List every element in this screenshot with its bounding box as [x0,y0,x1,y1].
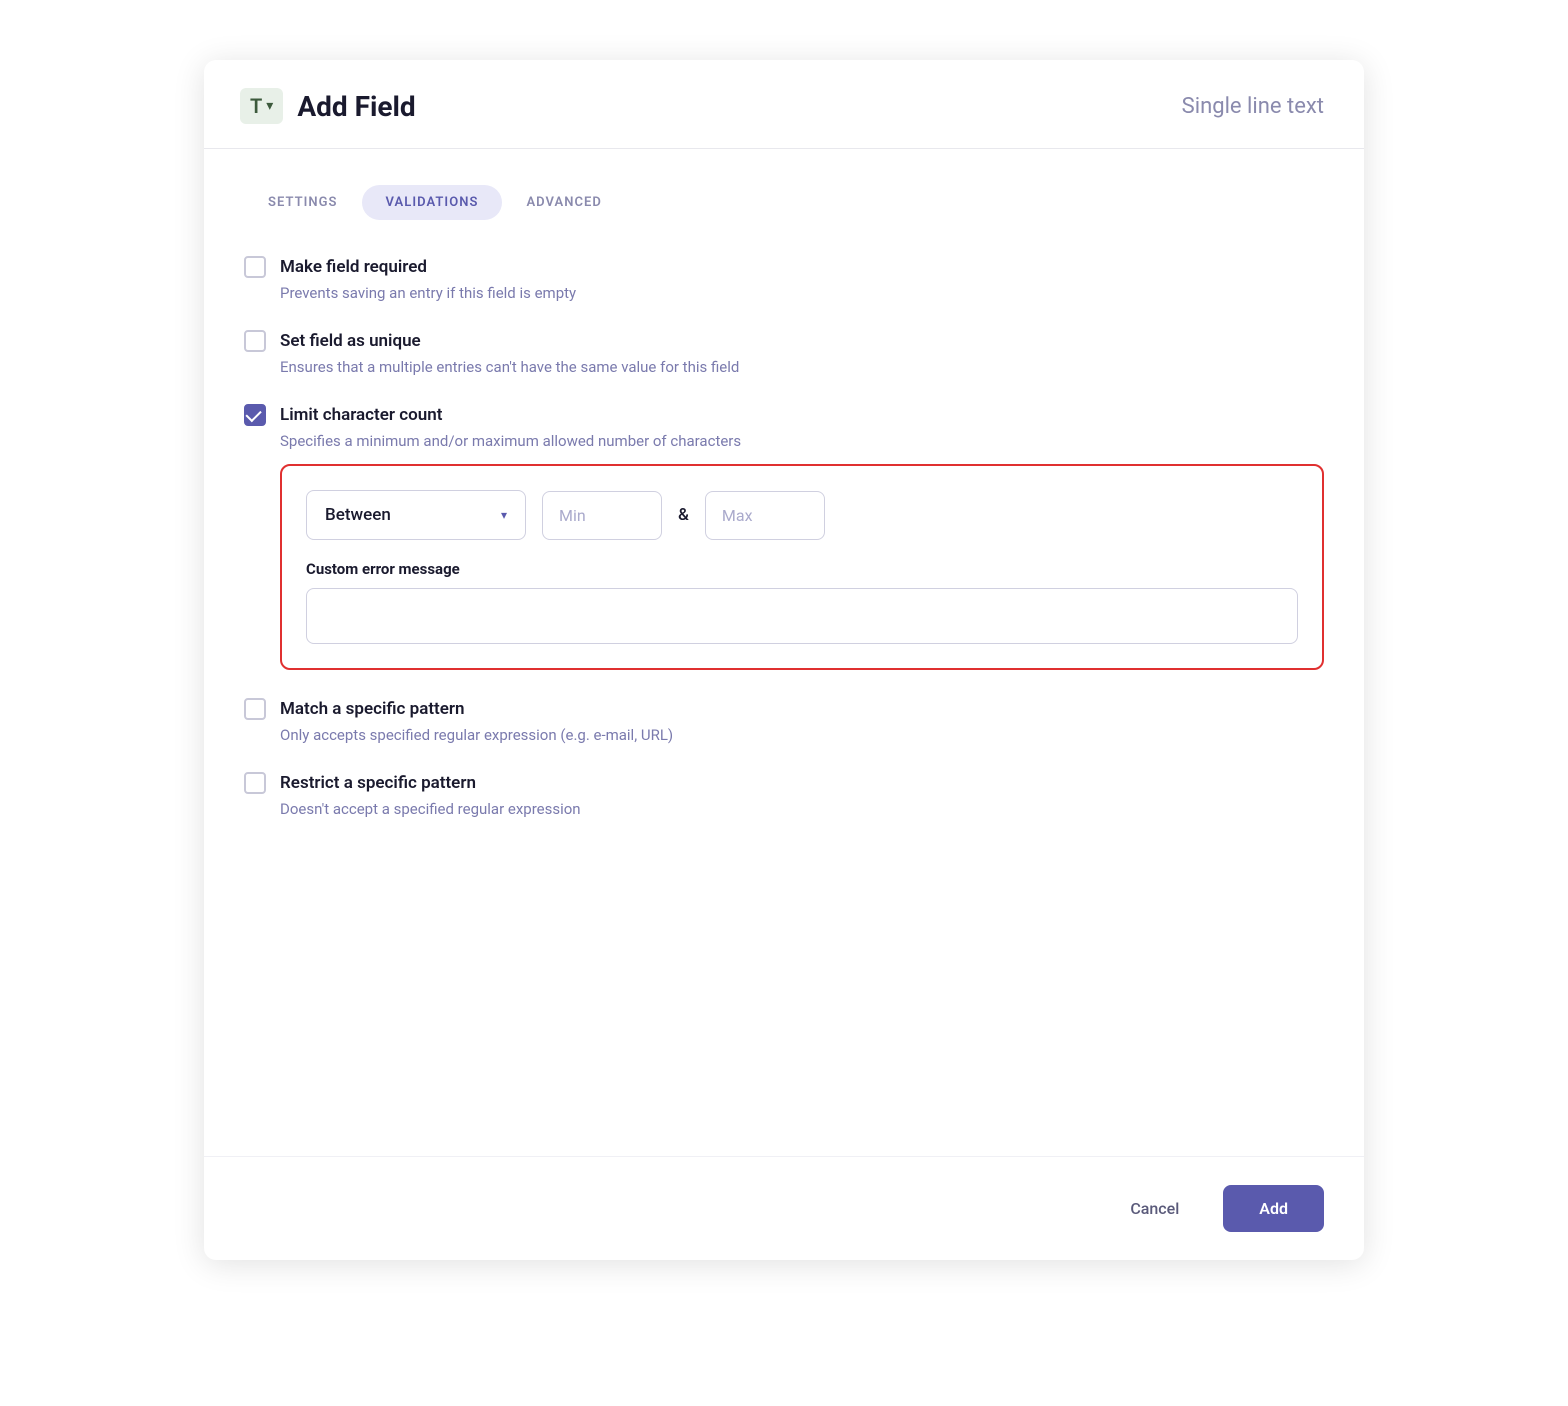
required-desc: Prevents saving an entry if this field i… [280,284,1324,302]
validations-list: Make field required Prevents saving an e… [244,256,1324,818]
modal: T ▾ Add Field Single line text SETTINGS … [204,60,1364,1260]
header-left: T ▾ Add Field [240,88,416,124]
between-select-value: Between [325,505,391,525]
tab-advanced[interactable]: ADVANCED [502,185,625,220]
list-item: Restrict a specific pattern Doesn't acce… [244,772,1324,818]
charcount-label: Limit character count [280,405,442,425]
add-button[interactable]: Add [1223,1185,1324,1232]
modal-footer: Cancel Add [204,1156,1364,1260]
unique-label: Set field as unique [280,331,421,351]
charcount-desc: Specifies a minimum and/or maximum allow… [280,432,1324,450]
field-type-badge[interactable]: T ▾ [240,88,283,124]
list-item: Set field as unique Ensures that a multi… [244,330,1324,376]
modal-body: SETTINGS VALIDATIONS ADVANCED Make field… [204,149,1364,1156]
tab-settings[interactable]: SETTINGS [244,185,362,220]
custom-error-label: Custom error message [306,560,1298,578]
required-label: Make field required [280,257,427,277]
modal-header: T ▾ Add Field Single line text [204,60,1364,149]
restrict-pattern-desc: Doesn't accept a specified regular expre… [280,800,1324,818]
unique-desc: Ensures that a multiple entries can't ha… [280,358,1324,376]
restrict-pattern-label: Restrict a specific pattern [280,773,476,793]
custom-error-input[interactable] [306,588,1298,644]
min-input[interactable] [542,491,662,540]
charcount-expanded: Between ▾ & Custom error message [280,464,1324,670]
match-pattern-checkbox[interactable] [244,698,266,720]
match-pattern-desc: Only accepts specified regular expressio… [280,726,1324,744]
ampersand: & [678,505,689,525]
list-item: Limit character count Specifies a minimu… [244,404,1324,670]
restrict-pattern-checkbox[interactable] [244,772,266,794]
validation-match-header: Match a specific pattern [244,698,1324,720]
chevron-down-icon: ▾ [266,98,273,114]
list-item: Match a specific pattern Only accepts sp… [244,698,1324,744]
between-row: Between ▾ & [306,490,1298,540]
between-select[interactable]: Between ▾ [306,490,526,540]
tab-validations[interactable]: VALIDATIONS [362,185,503,220]
match-pattern-label: Match a specific pattern [280,699,465,719]
validation-charcount-header: Limit character count [244,404,1324,426]
charcount-checkbox[interactable] [244,404,266,426]
list-item: Make field required Prevents saving an e… [244,256,1324,302]
required-checkbox[interactable] [244,256,266,278]
validation-unique-header: Set field as unique [244,330,1324,352]
modal-title: Add Field [297,90,415,123]
custom-error-section: Custom error message [306,560,1298,644]
unique-checkbox[interactable] [244,330,266,352]
tabs: SETTINGS VALIDATIONS ADVANCED [244,185,1324,220]
field-type-label: Single line text [1182,94,1324,119]
field-type-letter: T [250,94,262,118]
validation-restrict-header: Restrict a specific pattern [244,772,1324,794]
max-input[interactable] [705,491,825,540]
validation-required-header: Make field required [244,256,1324,278]
cancel-button[interactable]: Cancel [1102,1185,1207,1232]
chevron-down-icon: ▾ [501,508,507,522]
